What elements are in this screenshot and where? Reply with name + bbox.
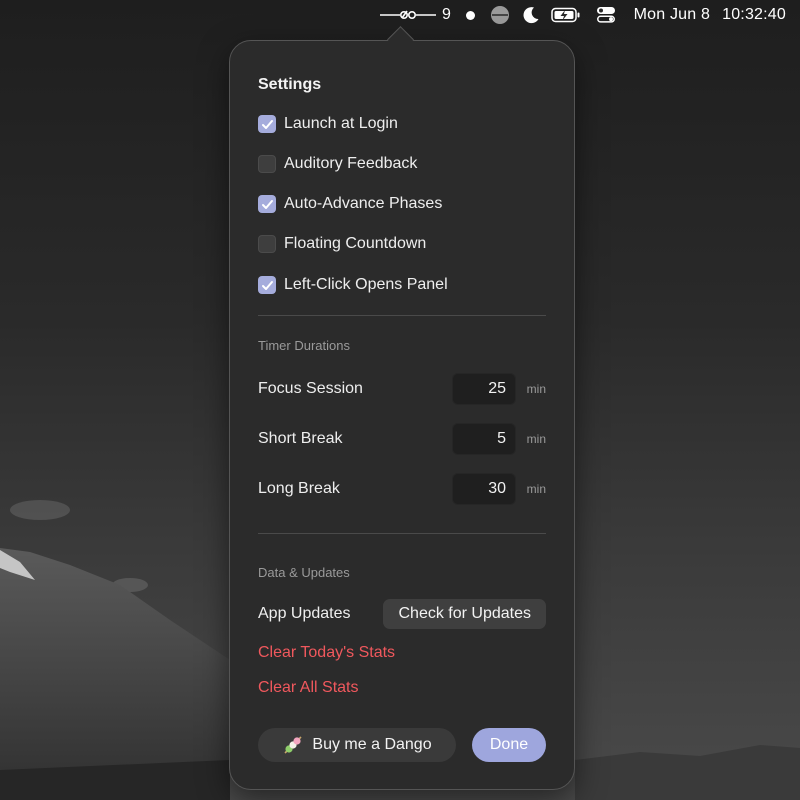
duration-unit: min <box>526 432 546 446</box>
settings-title: Settings <box>258 76 322 93</box>
option-auto-advance[interactable]: Auto-Advance Phases <box>258 192 442 216</box>
option-label: Left-Click Opens Panel <box>284 276 448 293</box>
menubar-date[interactable]: Mon Jun 8 <box>634 0 711 30</box>
app-updates-row: App Updates Check for Updates <box>258 598 546 630</box>
option-label: Auditory Feedback <box>284 155 418 172</box>
option-label: Auto-Advance Phases <box>284 195 443 212</box>
focus-duration-field[interactable]: 25 <box>452 373 516 405</box>
buy-me-a-dango-button[interactable]: Buy me a Dango <box>258 728 456 762</box>
option-auditory-feedback[interactable]: Auditory Feedback <box>258 152 417 176</box>
menubar-time[interactable]: 10:32:40 <box>722 0 786 30</box>
duration-unit: min <box>526 482 546 496</box>
divider <box>258 533 546 534</box>
duration-row-focus: Focus Session 25 min <box>258 373 546 405</box>
clear-todays-stats-button[interactable]: Clear Today's Stats <box>258 644 395 662</box>
duration-unit: min <box>526 382 546 396</box>
check-for-updates-button[interactable]: Check for Updates <box>383 599 546 629</box>
dango-button-label: Buy me a Dango <box>312 736 432 753</box>
dango-icon <box>284 736 302 754</box>
option-label: Launch at Login <box>284 115 398 132</box>
clear-all-stats-button[interactable]: Clear All Stats <box>258 679 358 697</box>
settings-popover: Settings Launch at Login Auditory Feedba… <box>229 40 575 790</box>
checkbox-checked[interactable] <box>258 115 276 133</box>
timer-durations-heading: Timer Durations <box>258 338 350 353</box>
pomodoro-status-icon[interactable] <box>379 0 436 30</box>
duration-label: Short Break <box>258 430 343 447</box>
moon-icon[interactable] <box>516 0 546 30</box>
checkbox-unchecked[interactable] <box>258 235 276 253</box>
control-center-icon[interactable] <box>586 0 626 30</box>
checkbox-unchecked[interactable] <box>258 155 276 173</box>
dot-icon[interactable] <box>458 0 484 30</box>
long-break-duration-field[interactable]: 30 <box>452 473 516 505</box>
short-break-duration-field[interactable]: 5 <box>452 423 516 455</box>
battery-charging-icon[interactable] <box>546 0 586 30</box>
option-left-click-opens-panel[interactable]: Left-Click Opens Panel <box>258 273 448 297</box>
duration-row-long-break: Long Break 30 min <box>258 473 546 505</box>
option-launch-at-login[interactable]: Launch at Login <box>258 112 398 136</box>
data-updates-heading: Data & Updates <box>258 565 350 580</box>
duration-row-short-break: Short Break 5 min <box>258 423 546 455</box>
focus-icon[interactable] <box>484 0 516 30</box>
app-updates-label: App Updates <box>258 605 351 622</box>
duration-label: Focus Session <box>258 380 363 397</box>
timer-count[interactable]: 9 <box>436 0 458 30</box>
duration-label: Long Break <box>258 480 340 497</box>
panel-footer: Buy me a Dango Done <box>258 728 546 762</box>
checkbox-checked[interactable] <box>258 195 276 213</box>
divider <box>258 315 546 316</box>
done-button[interactable]: Done <box>472 728 546 762</box>
option-label: Floating Countdown <box>284 235 427 252</box>
checkbox-checked[interactable] <box>258 276 276 294</box>
option-floating-countdown[interactable]: Floating Countdown <box>258 232 426 256</box>
